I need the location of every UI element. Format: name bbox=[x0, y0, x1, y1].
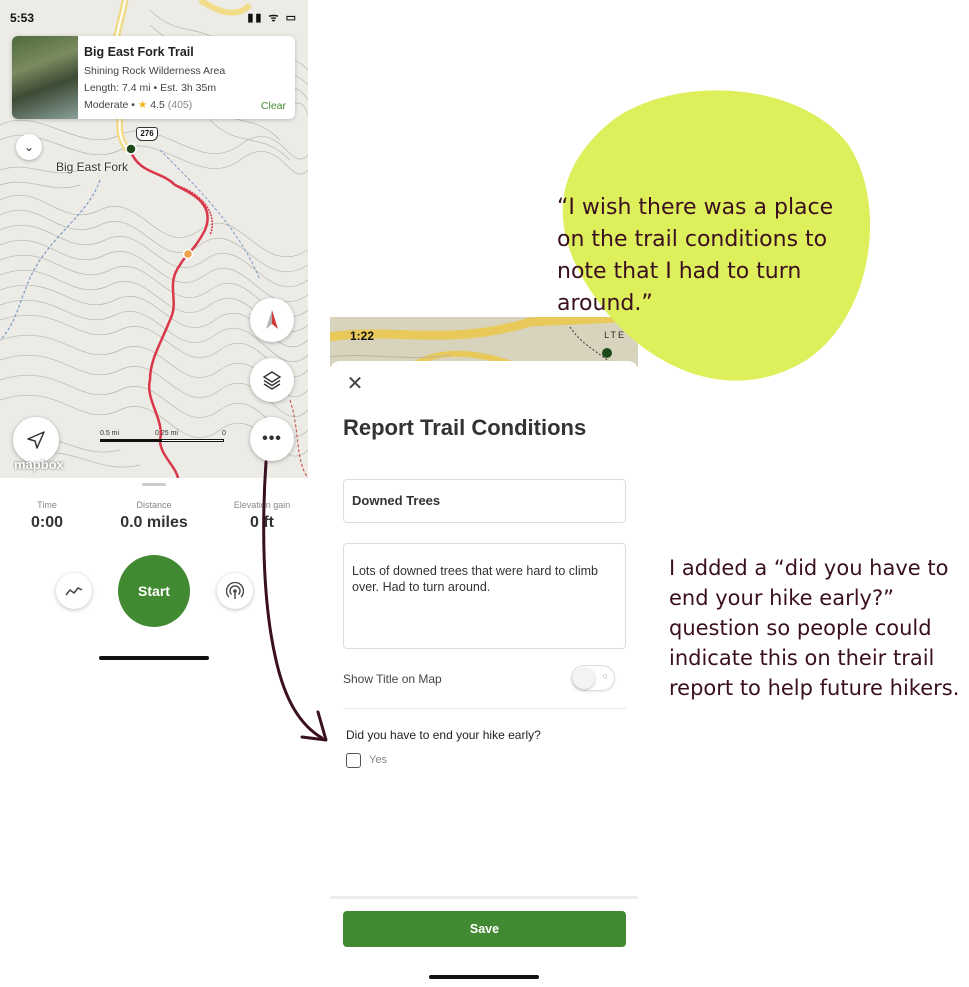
trail-difficulty-row: Moderate • ★ 4.5 (405) bbox=[84, 99, 192, 111]
save-bar-shadow bbox=[330, 896, 638, 899]
end-early-checkbox-label[interactable]: Yes bbox=[369, 754, 387, 766]
trail-est: Est. 3h 35m bbox=[160, 82, 217, 94]
sheet-grip[interactable] bbox=[142, 483, 166, 486]
trail-title: Big East Fork Trail bbox=[84, 45, 194, 59]
mapbox-logo: mapbox bbox=[14, 457, 64, 472]
status-icons: ▮▮ ᯤ ▭ bbox=[247, 12, 298, 24]
status-bar: 5:53 ▮▮ ᯤ ▭ bbox=[0, 0, 308, 34]
compass-icon bbox=[266, 310, 278, 329]
user-quote: “I wish there was a place on the trail c… bbox=[557, 195, 834, 316]
trail-card[interactable]: Big East Fork Trail Shining Rock Wildern… bbox=[12, 36, 295, 119]
trail-difficulty: Moderate bbox=[84, 99, 129, 111]
trail-navigation-screen: 5:53 ▮▮ ᯤ ▭ Big East Fork Trail Shining … bbox=[0, 0, 308, 670]
stat-distance-label: Distance bbox=[136, 500, 172, 510]
scale-label-b: 0.25 mi bbox=[155, 430, 178, 437]
topo-map[interactable]: 5:53 ▮▮ ᯤ ▭ Big East Fork Trail Shining … bbox=[0, 0, 308, 478]
stat-elevation-value: 0 ft bbox=[250, 514, 274, 531]
scale-label-c: 0 bbox=[222, 430, 226, 437]
scale-bar-graphic bbox=[100, 439, 224, 442]
show-title-label: Show Title on Map bbox=[343, 672, 442, 686]
compass-button[interactable] bbox=[250, 298, 294, 342]
close-icon: ✕ bbox=[346, 373, 364, 395]
collapse-button[interactable]: ⌄ bbox=[16, 134, 42, 160]
star-icon: ★ bbox=[137, 99, 148, 111]
trail-rating: 4.5 bbox=[150, 99, 165, 111]
divider bbox=[343, 708, 626, 709]
report-body-field[interactable]: Lots of downed trees that were hard to c… bbox=[343, 543, 626, 649]
trail-photo bbox=[12, 36, 78, 119]
stat-time-label: Time bbox=[37, 500, 57, 510]
clear-button[interactable]: Clear bbox=[261, 100, 286, 112]
home-indicator bbox=[429, 975, 539, 979]
stat-time-value: 0:00 bbox=[30, 514, 64, 531]
stat-distance: Distance 0.0 miles bbox=[104, 500, 204, 532]
close-button[interactable]: ✕ bbox=[344, 373, 366, 395]
page-title: Report Trail Conditions bbox=[343, 415, 587, 440]
scale-label-a: 0.5 mi bbox=[100, 430, 120, 437]
status-time: 5:53 bbox=[10, 11, 35, 25]
stat-distance-value: 0.0 miles bbox=[120, 514, 188, 531]
status-time: 1:22 bbox=[350, 329, 375, 343]
map-place-label: Big East Fork bbox=[56, 160, 129, 174]
trail-area: Shining Rock Wilderness Area bbox=[84, 65, 226, 77]
trail-review-count: (405) bbox=[167, 99, 193, 111]
report-trail-conditions-screen: 1:22 LTE ✕ Report Trail Conditions Downe… bbox=[330, 317, 638, 987]
chevron-down-icon: ⌄ bbox=[23, 140, 35, 154]
broadcast-button[interactable] bbox=[217, 573, 253, 609]
stat-time: Time 0:00 bbox=[20, 500, 74, 532]
route-shield: 276 bbox=[136, 127, 158, 141]
broadcast-icon bbox=[226, 582, 244, 599]
graph-icon bbox=[65, 587, 83, 596]
scale-bar: 0.5 mi 0.25 mi 0 bbox=[100, 430, 230, 444]
trail-length-row: Length: 7.4 mi • Est. 3h 35m bbox=[84, 82, 216, 94]
start-button[interactable]: Start bbox=[118, 555, 190, 627]
separator-dot: • bbox=[131, 99, 138, 111]
ellipsis-icon: ••• bbox=[262, 430, 282, 447]
toggle-off-icon: ○ bbox=[602, 671, 608, 681]
end-early-question: Did you have to end your hike early? bbox=[346, 728, 541, 742]
location-arrow-icon bbox=[27, 431, 45, 449]
stat-elevation-label: Elevation gain bbox=[233, 500, 291, 510]
trail-length: Length: 7.4 mi bbox=[84, 82, 151, 94]
layers-button[interactable] bbox=[250, 358, 294, 402]
design-note: I added a “did you have to end your hike… bbox=[669, 556, 960, 700]
toggle-knob bbox=[573, 667, 595, 689]
home-indicator bbox=[99, 656, 209, 660]
stat-elevation: Elevation gain 0 ft bbox=[224, 500, 300, 532]
show-title-toggle[interactable]: ○ bbox=[572, 666, 614, 690]
end-early-checkbox[interactable] bbox=[346, 753, 361, 768]
layers-icon bbox=[262, 371, 282, 390]
recording-sheet: Time 0:00 Distance 0.0 miles Elevation g… bbox=[0, 478, 308, 670]
report-modal: ✕ Report Trail Conditions Downed Trees L… bbox=[330, 361, 638, 987]
elevation-graph-button[interactable] bbox=[56, 573, 92, 609]
more-button[interactable]: ••• bbox=[250, 417, 294, 461]
report-title-field[interactable]: Downed Trees bbox=[343, 479, 626, 523]
save-button[interactable]: Save bbox=[343, 911, 626, 947]
